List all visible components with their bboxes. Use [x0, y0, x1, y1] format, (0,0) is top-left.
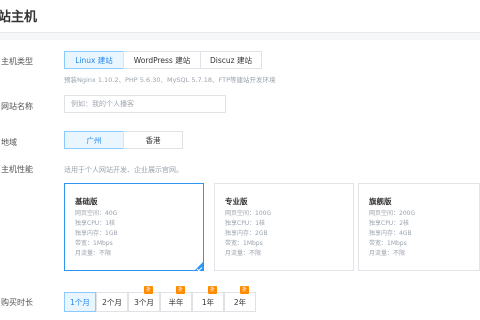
host-type-hint: 预装Nginx 1.10.2、PHP 5.6.30、MySQL 5.7.18、F…	[64, 76, 276, 84]
host-type-wordpress[interactable]: WordPress 建站	[123, 51, 201, 69]
plan-spec: 带宽：1Mbps	[225, 240, 263, 247]
region-hongkong[interactable]: 香港	[123, 131, 183, 149]
duration-label: 购买时长	[1, 298, 33, 307]
host-type-discuz[interactable]: Discuz 建站	[200, 51, 262, 69]
host-type-linux[interactable]: Linux 建站	[64, 51, 124, 69]
page-title: 站主机	[0, 10, 38, 25]
duration-text: 3个月	[134, 297, 154, 307]
plan-spec: 独享内存：1GB	[75, 230, 118, 237]
duration-text: 2个月	[102, 297, 122, 307]
duration-option-3m[interactable]: 3个月 折	[128, 286, 160, 312]
plan-card-basic[interactable]: 基础版 网页空间：40G 独享CPU：1核 独享内存：1GB 带宽：1Mbps …	[64, 183, 204, 272]
region-label: 地域	[1, 138, 17, 147]
plan-spec: 独享内存：2GB	[225, 230, 268, 237]
host-type-label: 主机类型	[1, 57, 33, 66]
region-guangzhou[interactable]: 广州	[64, 131, 124, 149]
duration-option-2m[interactable]: 2个月	[96, 292, 128, 312]
plan-spec: 独享CPU：1核	[75, 220, 116, 227]
plan-name: 专业版	[225, 197, 248, 206]
plan-card-pro[interactable]: 专业版 网页空间：100G 独享CPU：1核 独享内存：2GB 带宽：1Mbps…	[214, 183, 354, 271]
duration-option-2y[interactable]: 2年 折	[224, 286, 256, 312]
duration-option-1y[interactable]: 1年 折	[192, 286, 224, 312]
plan-spec: 带宽：1Mbps	[75, 240, 113, 247]
plan-card-flagship[interactable]: 旗舰版 网页空间：200G 独享CPU：2核 独享内存：4GB 带宽：1Mbps…	[358, 183, 480, 271]
discount-badge: 折	[207, 286, 217, 294]
page-header: 站主机	[0, 0, 480, 33]
plan-spec: 带宽：1Mbps	[369, 240, 407, 247]
plan-spec: 独享CPU：1核	[225, 220, 266, 227]
discount-badge: 折	[143, 286, 153, 294]
duration-text: 1年	[201, 297, 215, 307]
plan-spec: 网页空间：100G	[225, 210, 272, 217]
duration-text: 半年	[168, 297, 184, 307]
discount-badge: 折	[239, 286, 249, 294]
plan-spec: 月流量：不限	[75, 250, 112, 257]
plan-spec: 独享CPU：2核	[369, 220, 410, 227]
performance-label: 主机性能	[1, 165, 33, 174]
duration-text: 2年	[233, 297, 247, 307]
performance-hint: 适用于个人网站开发、企业展示官网。	[64, 166, 183, 174]
discount-badge: 折	[175, 286, 185, 294]
site-name-input[interactable]: 例如：我的个人播客	[64, 95, 226, 113]
duration-text: 1个月	[70, 297, 90, 307]
plan-spec: 网页空间：40G	[75, 210, 118, 217]
plan-spec: 网页空间：200G	[369, 210, 416, 217]
plan-spec: 独享内存：4GB	[369, 230, 412, 237]
plan-name: 基础版	[75, 197, 98, 206]
duration-option-6m[interactable]: 半年 折	[160, 286, 192, 312]
duration-option-1m[interactable]: 1个月	[64, 292, 96, 312]
plan-name: 旗舰版	[369, 197, 392, 206]
plan-spec: 月流量：不限	[225, 250, 262, 257]
site-name-label: 网站名称	[1, 102, 33, 111]
plan-spec: 月流量：不限	[369, 250, 406, 257]
